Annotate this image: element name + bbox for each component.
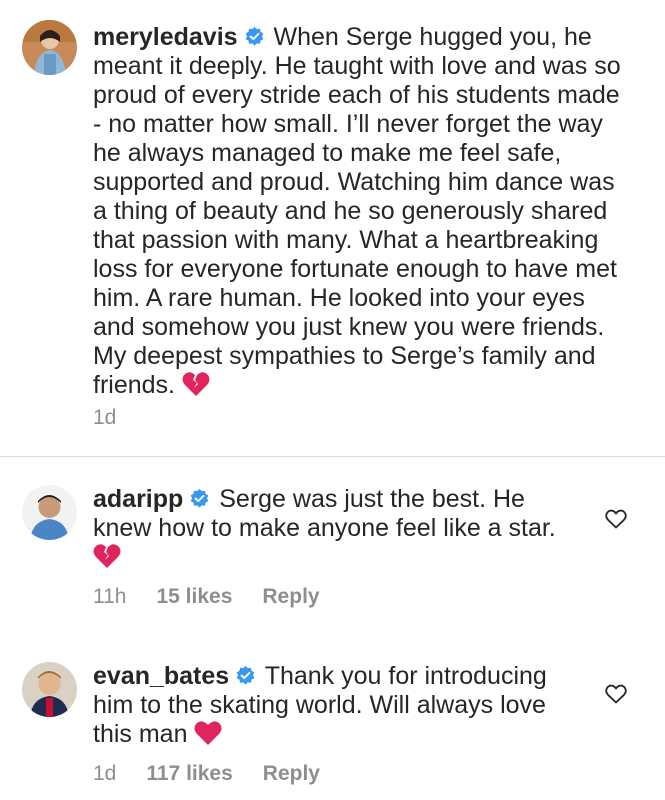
broken-heart-icon <box>93 544 121 568</box>
comment-meta: 11h 15 likes Reply <box>93 585 350 609</box>
comment-meryledavis: meryledavis When Serge hugged you, he me… <box>0 0 665 455</box>
comment-meta: 1d <box>93 406 146 430</box>
comment-meta: 1d 117 likes Reply <box>93 762 350 786</box>
reply-button[interactable]: Reply <box>263 762 320 785</box>
comment-evan-bates: evan_bates Thank you for introducing him… <box>0 637 665 800</box>
timestamp: 1d <box>93 762 117 785</box>
username[interactable]: evan_bates <box>93 662 229 690</box>
broken-heart-icon <box>182 372 210 396</box>
likes-count[interactable]: 15 likes <box>156 585 232 608</box>
timestamp: 11h <box>93 585 127 608</box>
verified-badge-icon <box>236 665 255 685</box>
red-heart-icon <box>194 721 222 745</box>
like-heart-icon[interactable] <box>605 684 627 704</box>
avatar[interactable] <box>22 662 77 717</box>
comment-adaripp: adaripp Serge was just the best. He knew… <box>0 457 665 637</box>
username[interactable]: adaripp <box>93 485 183 513</box>
verified-badge-icon <box>190 488 209 508</box>
comment-text: evan_bates Thank you for introducing him… <box>93 662 583 749</box>
verified-badge-icon <box>245 26 263 46</box>
like-heart-icon[interactable] <box>605 509 627 529</box>
avatar[interactable] <box>22 20 77 75</box>
comment-text: meryledavis When Serge hugged you, he me… <box>93 23 623 400</box>
username[interactable]: meryledavis <box>93 23 238 51</box>
comment-text: adaripp Serge was just the best. He knew… <box>93 485 583 572</box>
comment-body: When Serge hugged you, he meant it deepl… <box>93 23 621 399</box>
likes-count[interactable]: 117 likes <box>146 762 232 785</box>
reply-button[interactable]: Reply <box>262 585 319 608</box>
avatar[interactable] <box>22 485 77 540</box>
timestamp: 1d <box>93 406 117 429</box>
